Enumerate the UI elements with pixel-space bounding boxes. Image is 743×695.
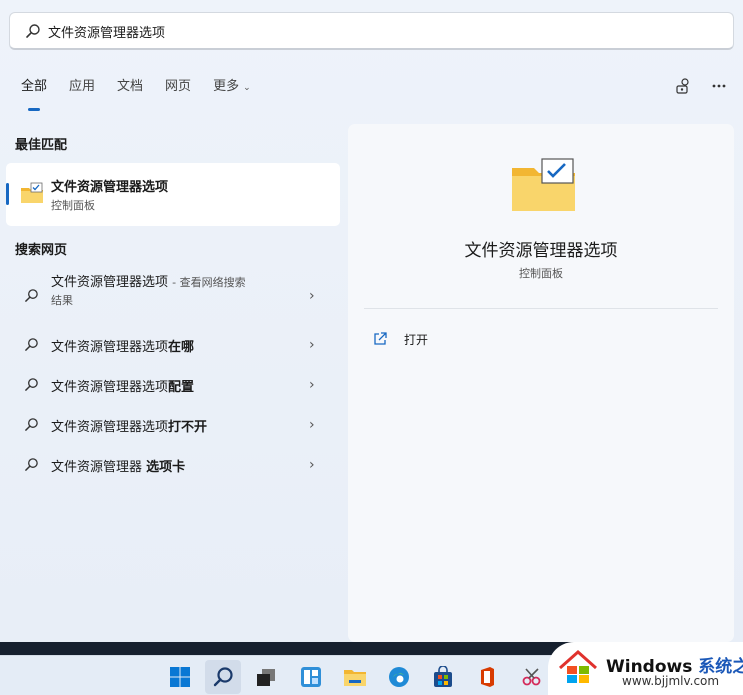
search-box[interactable] [9, 12, 734, 50]
chevron-down-icon: ⌄ [243, 83, 251, 93]
tab-web[interactable]: 网页 [154, 74, 202, 106]
best-match-result[interactable]: 文件资源管理器选项 控制面板 [6, 163, 340, 226]
start-search-panel: 全部 应用 文档 网页 更多⌄ 最佳匹配 文件资源管理器选项 控 [0, 0, 743, 642]
open-action[interactable]: 打开 [372, 328, 428, 350]
best-match-heading: 最佳匹配 [15, 138, 68, 153]
tab-apps[interactable]: 应用 [58, 74, 106, 106]
web-result-item[interactable]: 文件资源管理器选项配置 › [6, 367, 340, 403]
search-input[interactable] [48, 19, 688, 43]
tab-label: 文档 [117, 79, 144, 94]
search-icon [25, 458, 38, 471]
folder-options-icon [512, 158, 575, 211]
web-result-prefix: 文件资源管理器选项 [51, 380, 169, 395]
web-result-item[interactable]: 文件资源管理器 选项卡 › [6, 447, 340, 483]
edge-icon[interactable] [381, 660, 417, 694]
search-icon[interactable] [205, 660, 241, 694]
watermark-url: www.bjjmlv.com [622, 674, 720, 688]
open-action-label: 打开 [404, 332, 429, 347]
preview-title: 文件资源管理器选项 [464, 241, 618, 261]
search-icon [25, 338, 38, 351]
chevron-right-icon: › [309, 377, 315, 393]
tab-label: 更多 [213, 79, 240, 94]
watermark: Windows 系统之家 www.bjjmlv.com [548, 642, 743, 695]
search-icon [25, 418, 38, 431]
web-result-item[interactable]: 文件资源管理器选项在哪 › [6, 327, 340, 363]
office-icon[interactable] [469, 660, 505, 694]
file-explorer-icon[interactable] [337, 660, 373, 694]
search-icon [26, 24, 40, 38]
chevron-right-icon: › [309, 288, 315, 304]
windows-start-icon[interactable] [162, 660, 198, 694]
tab-label: 应用 [69, 79, 96, 94]
chevron-right-icon: › [309, 417, 315, 433]
web-result-prefix: 文件资源管理器选项 [51, 420, 169, 435]
web-result-prefix: 文件资源管理器 [51, 460, 147, 475]
tab-all[interactable]: 全部 [10, 74, 58, 111]
filter-tabs: 全部 应用 文档 网页 更多 ⌄ [10, 74, 262, 111]
store-icon[interactable] [425, 660, 461, 694]
web-result-bold: 在哪 [168, 340, 195, 355]
widgets-icon[interactable] [293, 660, 329, 694]
web-result-item[interactable]: 文件资源管理器选项 - 查看网络搜索 结果 › [6, 274, 340, 320]
search-icon [25, 378, 38, 391]
web-search-heading: 搜索网页 [15, 243, 68, 258]
web-result-bold: 选项卡 [146, 460, 186, 475]
chevron-right-icon: › [309, 337, 315, 353]
tab-label: 全部 [21, 79, 48, 94]
tab-documents[interactable]: 文档 [106, 74, 154, 106]
windows-house-logo-icon [559, 649, 597, 683]
snipping-icon[interactable] [514, 660, 550, 694]
more-icon[interactable] [709, 76, 729, 96]
web-result-hint: - 查看网络搜索 [172, 276, 246, 289]
web-result-text: 文件资源管理器 选项卡 [51, 456, 185, 475]
task-view-icon[interactable] [248, 660, 284, 694]
preview-subtitle: 控制面板 [519, 267, 563, 280]
web-result-text: 文件资源管理器选项 - 查看网络搜索 结果 [51, 274, 246, 310]
top-right-actions [673, 76, 729, 96]
web-result-main: 文件资源管理器选项 [51, 275, 169, 290]
web-result-item[interactable]: 文件资源管理器选项打不开 › [6, 407, 340, 443]
web-result-text: 文件资源管理器选项打不开 [51, 416, 207, 435]
open-external-icon [374, 332, 387, 345]
search-icon [25, 289, 38, 302]
chevron-right-icon: › [309, 457, 315, 473]
web-result-text: 文件资源管理器选项配置 [51, 376, 194, 395]
web-result-text: 文件资源管理器选项在哪 [51, 336, 194, 355]
best-match-name: 文件资源管理器选项 [51, 180, 169, 195]
web-result-bold: 打不开 [168, 420, 208, 435]
divider [364, 308, 718, 309]
best-match-subtitle: 控制面板 [51, 199, 95, 212]
web-result-bold: 配置 [168, 380, 195, 395]
selection-indicator [6, 183, 9, 205]
preview-pane: 文件资源管理器选项 控制面板 打开 [348, 124, 734, 642]
tab-label: 网页 [165, 79, 192, 94]
web-result-prefix: 文件资源管理器选项 [51, 340, 169, 355]
web-result-hint-line2: 结果 [51, 294, 73, 307]
tab-more[interactable]: 更多 ⌄ [202, 74, 262, 106]
folder-options-icon [21, 182, 43, 203]
people-icon[interactable] [673, 76, 693, 96]
